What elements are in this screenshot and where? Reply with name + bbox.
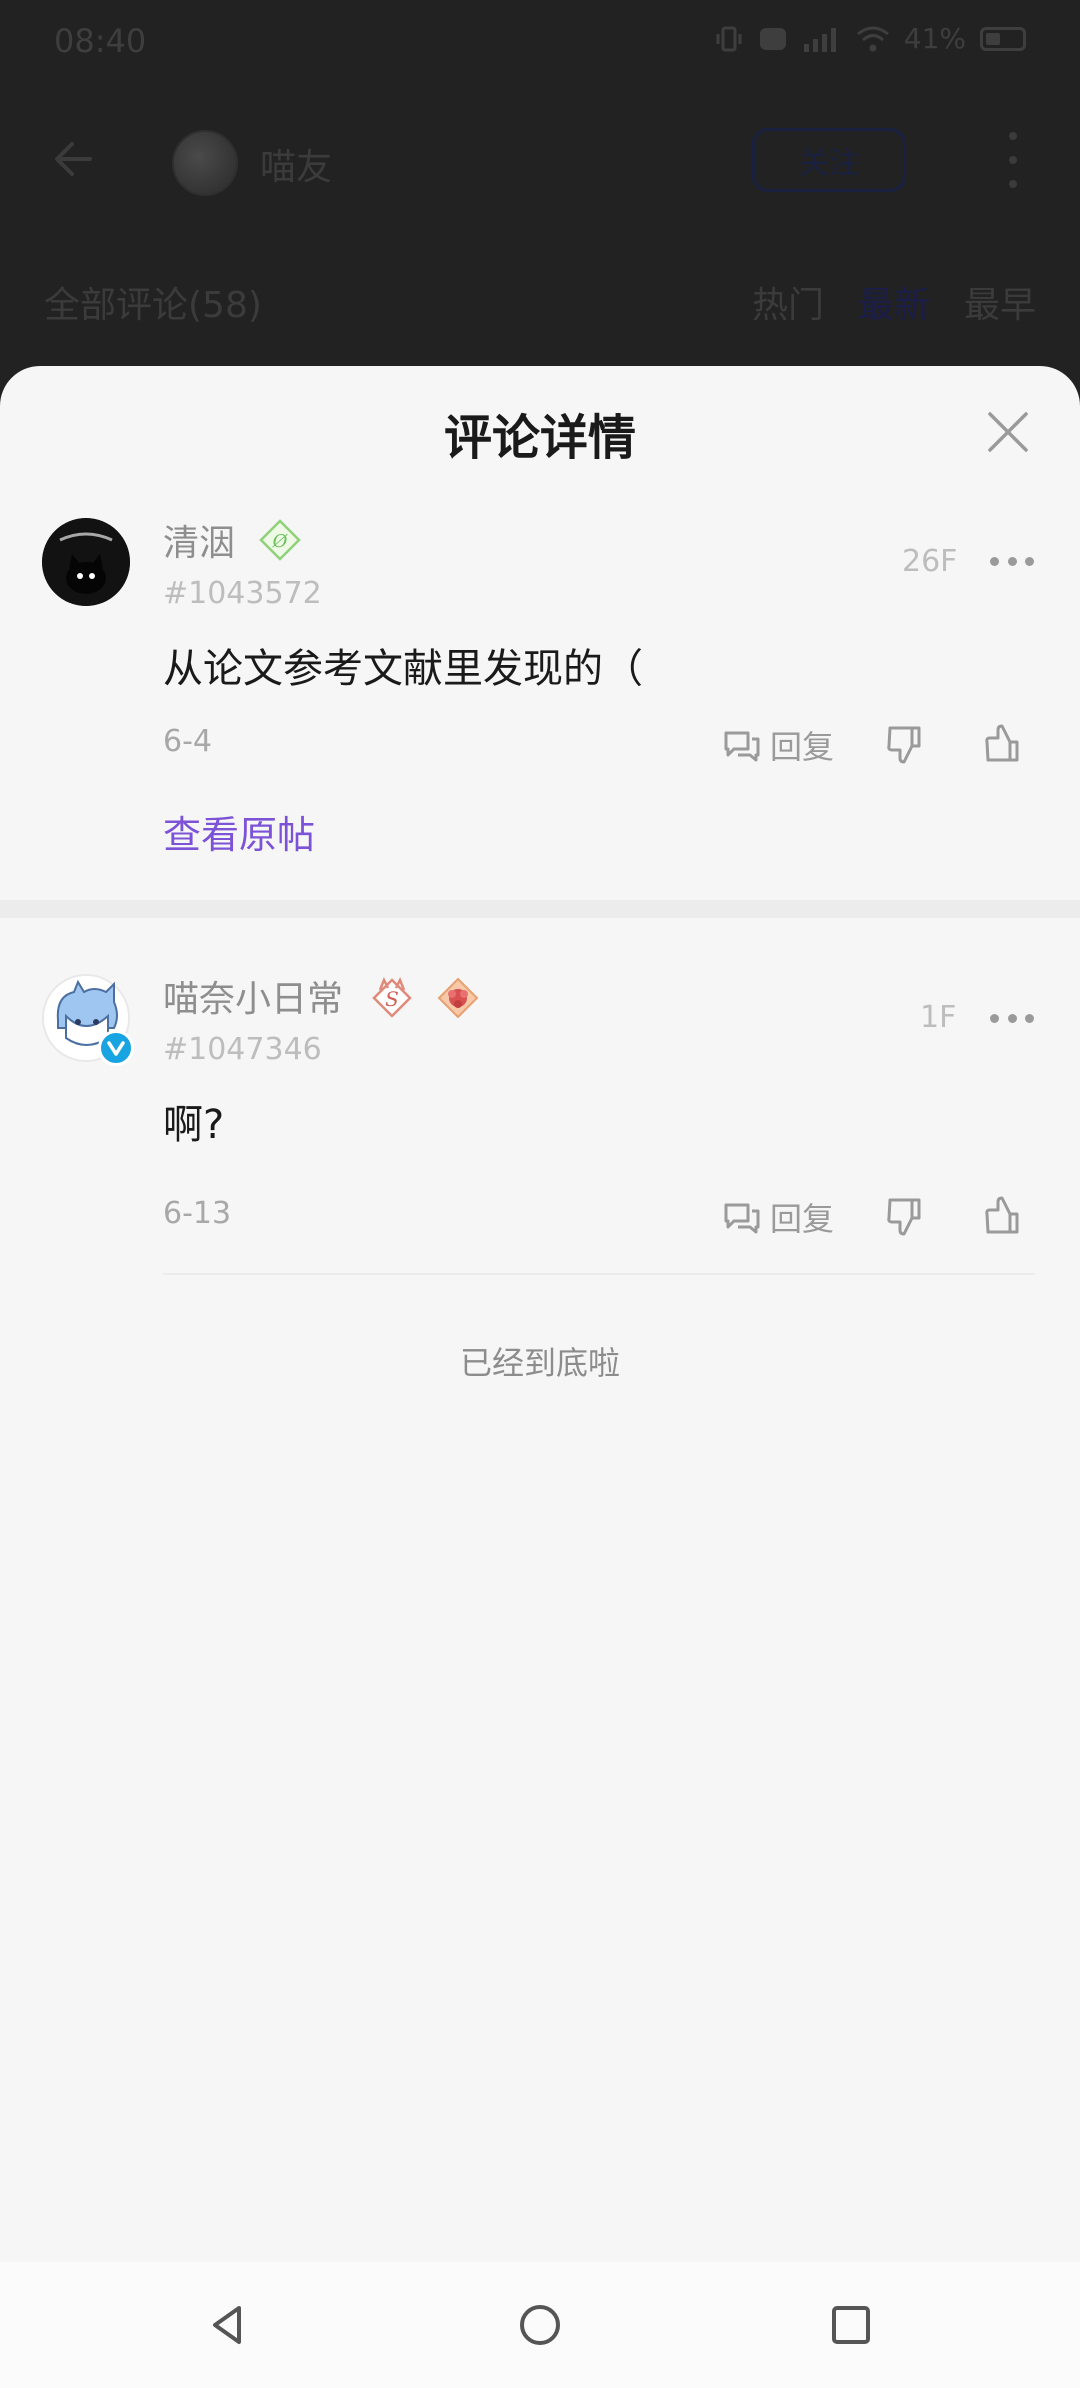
more-horizontal-icon[interactable] [990, 557, 1034, 569]
comment-content: 啊? [163, 1102, 225, 1148]
battery-icon [980, 26, 1026, 51]
section-divider [0, 900, 1080, 918]
dislike-icon[interactable] [884, 724, 924, 766]
sort-tab-hot[interactable]: 热门 [752, 276, 824, 328]
battery-percent: 41% [903, 22, 966, 55]
dislike-icon[interactable] [884, 1196, 924, 1238]
user-id: #1043572 [163, 576, 322, 611]
username[interactable]: 喵奈小日常 [163, 970, 343, 1022]
like-icon[interactable] [982, 722, 1022, 764]
comment-content: 从论文参考文献里发现的（ [163, 646, 643, 692]
end-of-list-text: 已经到底啦 [459, 1344, 620, 1382]
row-divider [163, 1273, 1035, 1275]
reply-label: 回复 [770, 1200, 835, 1238]
navigation-bar [0, 2262, 1080, 2388]
avatar[interactable] [42, 974, 134, 1066]
avatar[interactable] [42, 518, 130, 606]
reply-button[interactable]: 回复 [722, 722, 834, 768]
user-id: #1047346 [163, 1032, 322, 1067]
reply-icon [724, 1203, 760, 1234]
view-original-link[interactable]: 查看原帖 [163, 804, 315, 859]
signal-icon [803, 27, 836, 52]
more-horizontal-icon[interactable] [990, 1014, 1034, 1026]
status-icons: 41% [714, 22, 1026, 55]
comment-detail-sheet: 评论详情 清洇 Ø #1043572 26F 从论文参考文献里发现的（ 6-4 … [0, 366, 1080, 2262]
username[interactable]: 清洇 [163, 514, 235, 566]
comments-header: 全部评论(58) 热门 最新 最早 [0, 270, 1080, 330]
nav-back-icon[interactable] [203, 2300, 253, 2350]
reply-label: 回复 [770, 728, 835, 766]
follow-button[interactable]: 关注 [752, 128, 906, 192]
top-bar: 喵友 关注 [0, 110, 1080, 210]
cat-avatar-icon [42, 518, 130, 606]
page-title: 喵友 [260, 147, 333, 188]
hd-icon [759, 27, 786, 50]
status-bar: 08:40 41% [0, 0, 1080, 86]
like-icon[interactable] [982, 1194, 1022, 1236]
cat-s-badge-icon: S [372, 976, 412, 1018]
nav-home-icon[interactable] [515, 2300, 565, 2350]
status-time: 08:40 [54, 22, 147, 60]
comment-date: 6-13 [163, 1196, 232, 1231]
back-arrow-icon[interactable] [48, 134, 98, 184]
sort-tab-latest[interactable]: 最新 [858, 276, 930, 328]
sort-tab-earliest[interactable]: 最早 [964, 276, 1036, 328]
author-avatar[interactable] [172, 130, 238, 196]
sort-tabs: 热门 最新 最早 [752, 276, 1036, 328]
comments-count: 全部评论(58) [44, 285, 262, 326]
level-badge-icon: Ø [259, 519, 301, 561]
nav-recents-icon[interactable] [826, 2300, 876, 2350]
verified-icon [98, 1030, 134, 1066]
comment-date: 6-4 [163, 724, 212, 759]
sheet-title: 评论详情 [443, 410, 636, 466]
more-vertical-icon[interactable] [1000, 132, 1026, 188]
close-icon[interactable] [986, 410, 1030, 454]
background-page: 08:40 41% 喵友 关注 全部评论(58) 热门 最新 最早 [0, 0, 1080, 400]
flower-badge-icon [437, 977, 479, 1019]
vibrate-icon [716, 26, 742, 51]
wifi-icon [856, 26, 889, 51]
reply-icon [724, 731, 760, 762]
reply-button[interactable]: 回复 [722, 1194, 834, 1240]
floor-number: 26F [902, 544, 958, 579]
svg-text:S: S [385, 987, 399, 1011]
floor-number: 1F [920, 1000, 957, 1035]
svg-text:Ø: Ø [272, 531, 289, 552]
